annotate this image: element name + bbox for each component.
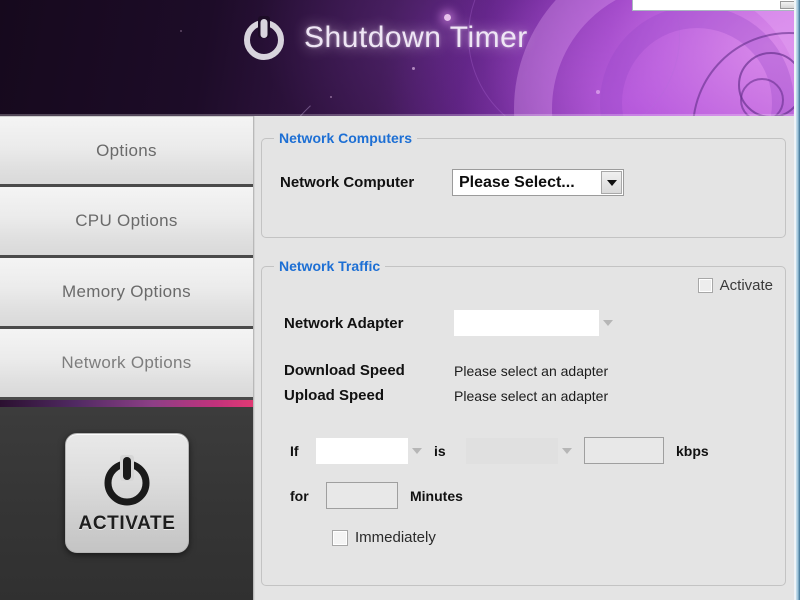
sidebar: Options CPU Options Memory Options Netwo… bbox=[0, 116, 254, 600]
traffic-activate-checkbox-row[interactable]: Activate bbox=[697, 277, 773, 294]
sidebar-item-cpu-options[interactable]: CPU Options bbox=[0, 187, 253, 258]
condition-row: If is kbps bbox=[290, 437, 709, 464]
network-computer-select[interactable]: Please Select... bbox=[452, 169, 624, 196]
condition-metric-select[interactable] bbox=[316, 437, 422, 464]
decorative-spark bbox=[412, 67, 415, 70]
condition-operator-select[interactable] bbox=[466, 437, 572, 464]
network-computers-title: Network Computers bbox=[274, 130, 418, 146]
condition-is-label: is bbox=[434, 442, 446, 459]
network-computers-group: Network Computers Network Computer Pleas… bbox=[261, 130, 786, 238]
app-header: Shutdown Timer bbox=[0, 0, 800, 116]
traffic-activate-label: Activate bbox=[719, 277, 773, 294]
caret-down-icon[interactable] bbox=[412, 447, 422, 454]
decorative-spark bbox=[330, 96, 332, 98]
activate-button[interactable]: ACTIVATE bbox=[65, 433, 189, 553]
network-computer-select-value: Please Select... bbox=[459, 173, 575, 191]
network-adapter-select[interactable] bbox=[454, 310, 613, 336]
upload-speed-label: Upload Speed bbox=[284, 387, 385, 404]
download-speed-row: Download Speed Please select an adapter bbox=[284, 362, 608, 379]
sidebar-item-label: CPU Options bbox=[75, 211, 178, 230]
network-traffic-title: Network Traffic bbox=[274, 258, 386, 274]
activate-button-label: ACTIVATE bbox=[78, 513, 176, 534]
caret-down-icon[interactable] bbox=[603, 320, 613, 326]
immediately-checkbox-row[interactable]: Immediately bbox=[332, 529, 436, 546]
condition-if-label: If bbox=[290, 442, 299, 459]
condition-unit-label: kbps bbox=[676, 442, 709, 459]
duration-for-label: for bbox=[290, 487, 309, 504]
activate-area: ACTIVATE bbox=[0, 400, 253, 600]
immediately-checkbox[interactable] bbox=[332, 529, 348, 546]
top-toolbar-button[interactable] bbox=[780, 1, 795, 9]
decorative-spark bbox=[596, 90, 600, 94]
condition-threshold-input[interactable] bbox=[584, 437, 664, 464]
caret-down-icon[interactable] bbox=[601, 171, 622, 194]
main-content: Network Computers Network Computer Pleas… bbox=[255, 116, 794, 600]
caret-down-icon[interactable] bbox=[562, 447, 572, 454]
sidebar-item-label: Network Options bbox=[61, 353, 192, 372]
activate-panel: ACTIVATE bbox=[0, 407, 253, 600]
power-icon bbox=[238, 12, 290, 64]
sidebar-item-options[interactable]: Options bbox=[0, 116, 253, 187]
network-computer-label: Network Computer bbox=[280, 174, 415, 191]
duration-minutes-label: Minutes bbox=[410, 487, 463, 504]
power-icon bbox=[98, 451, 156, 509]
sidebar-item-memory-options[interactable]: Memory Options bbox=[0, 258, 253, 329]
network-adapter-row: Network Adapter bbox=[284, 310, 613, 336]
duration-input[interactable] bbox=[326, 482, 398, 509]
duration-row: for Minutes bbox=[290, 482, 463, 509]
network-traffic-group: Network Traffic Activate Network Adapter… bbox=[261, 258, 786, 586]
download-speed-value: Please select an adapter bbox=[454, 362, 609, 379]
top-toolbar-strip[interactable] bbox=[632, 0, 798, 11]
sidebar-item-label: Options bbox=[96, 140, 157, 160]
sidebar-item-label: Memory Options bbox=[62, 282, 191, 301]
upload-speed-value: Please select an adapter bbox=[454, 387, 609, 404]
sidebar-gradient-divider bbox=[0, 400, 253, 407]
download-speed-label: Download Speed bbox=[284, 362, 405, 379]
app-window: Shutdown Timer Options CPU Options Memor… bbox=[0, 0, 800, 600]
network-computer-row: Network Computer Please Select... bbox=[280, 169, 624, 196]
traffic-activate-checkbox[interactable] bbox=[697, 278, 713, 293]
decorative-spark bbox=[180, 30, 182, 32]
immediately-label: Immediately bbox=[355, 529, 436, 546]
brand: Shutdown Timer bbox=[238, 12, 528, 64]
upload-speed-row: Upload Speed Please select an adapter bbox=[284, 387, 608, 404]
sidebar-item-network-options[interactable]: Network Options bbox=[0, 329, 253, 400]
window-frame-right-edge bbox=[796, 0, 800, 600]
network-adapter-label: Network Adapter bbox=[284, 314, 404, 332]
app-title: Shutdown Timer bbox=[304, 21, 528, 54]
